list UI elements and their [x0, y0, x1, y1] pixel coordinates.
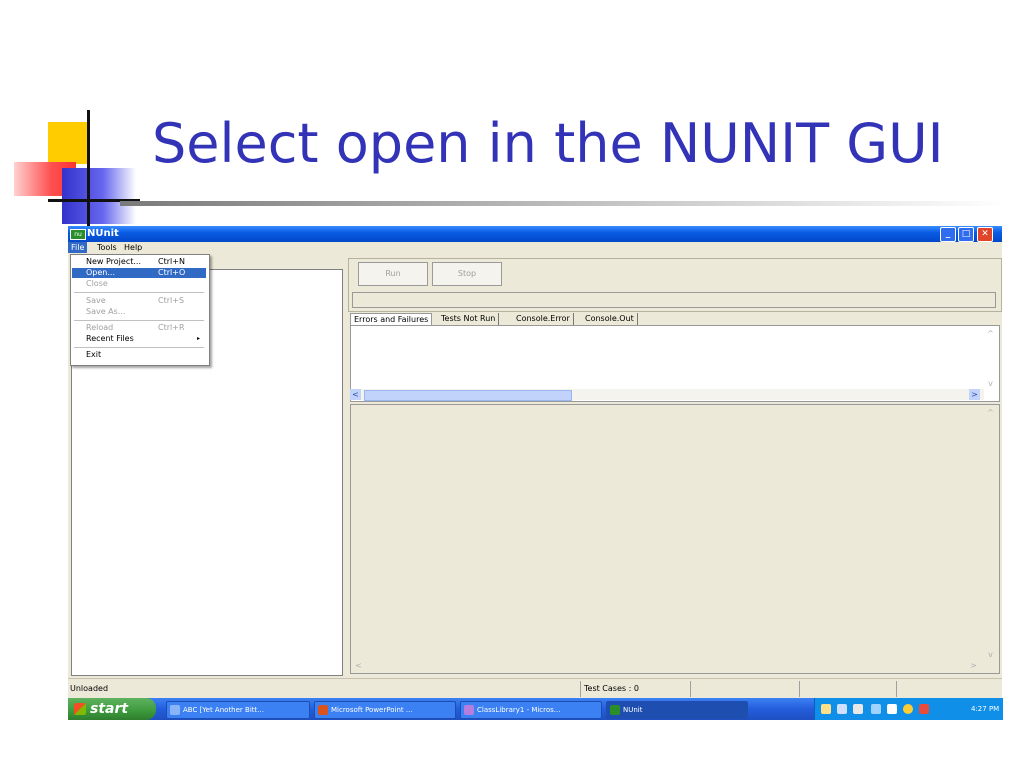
windows-taskbar: start ABC [Yet Another Bitt... Microsoft… [68, 698, 1003, 720]
file-menu-dropdown: New Project... Ctrl+N Open... Ctrl+O Clo… [70, 254, 210, 366]
menu-item-recent-files[interactable]: Recent Files ▸ [72, 334, 206, 344]
decor-vertical-line [87, 110, 90, 232]
scroll-thumb[interactable] [364, 390, 572, 401]
start-label: start [90, 701, 129, 717]
run-button[interactable]: Run [358, 262, 428, 286]
scroll-left-arrow[interactable]: < [350, 389, 361, 400]
network-icon[interactable] [871, 704, 881, 714]
tab-tests-not-run[interactable]: Tests Not Run [438, 313, 500, 325]
powerpoint-icon [318, 705, 328, 715]
title-rule [120, 201, 1010, 206]
taskbar-item-visual-studio[interactable]: ClassLibrary1 - Micros... [460, 701, 602, 719]
stop-button[interactable]: Stop [432, 262, 502, 286]
progress-bar [352, 292, 996, 308]
start-button[interactable]: start [68, 698, 156, 720]
menu-separator [74, 320, 204, 321]
test-cases-count: Test Cases : 0 [584, 684, 639, 693]
slide-title: Select open in the NUNIT GUI [152, 112, 944, 175]
security-icon[interactable] [887, 704, 897, 714]
menu-separator [74, 292, 204, 293]
menu-item-new-project[interactable]: New Project... Ctrl+N [72, 257, 206, 267]
scroll-up-arrow[interactable]: ^ [985, 407, 996, 418]
maximize-button[interactable]: □ [958, 227, 974, 242]
status-bar: Unloaded Test Cases : 0 [68, 678, 1002, 699]
menu-file[interactable]: File [68, 242, 88, 253]
decor-blue-square [62, 168, 136, 224]
nunit-app-icon: nu [70, 229, 86, 240]
scroll-down-arrow[interactable]: v [985, 378, 996, 389]
menu-tools[interactable]: Tools [94, 242, 120, 253]
scroll-right-arrow[interactable]: > [969, 389, 980, 400]
status-divider [580, 681, 581, 697]
scroll-up-arrow[interactable]: ^ [985, 328, 996, 339]
clock: 4:27 PM [971, 705, 1000, 713]
status-divider [896, 681, 897, 697]
submenu-arrow-icon: ▸ [197, 335, 201, 342]
menu-item-save-as[interactable]: Save As... [72, 307, 206, 317]
windows-logo-icon [74, 703, 86, 715]
taskbar-item-nunit[interactable]: NUnit [606, 701, 748, 719]
alert-icon[interactable] [919, 704, 929, 714]
scroll-down-arrow[interactable]: v [985, 649, 996, 660]
browser-icon [170, 705, 180, 715]
menu-item-reload[interactable]: Reload Ctrl+R [72, 323, 206, 333]
stack-trace-pane[interactable]: ^ v < > [350, 404, 1000, 674]
menu-item-exit[interactable]: Exit [72, 350, 206, 360]
status-text: Unloaded [70, 684, 109, 693]
taskbar-item-browser[interactable]: ABC [Yet Another Bitt... [166, 701, 310, 719]
window-title: NUnit [87, 228, 119, 239]
tab-console-out[interactable]: Console.Out [582, 313, 638, 325]
messenger-icon[interactable] [903, 704, 913, 714]
visual-studio-icon [464, 705, 474, 715]
keyboard-icon[interactable] [837, 704, 847, 714]
menu-item-save[interactable]: Save Ctrl+S [72, 296, 206, 306]
menu-item-open[interactable]: Open... Ctrl+O [72, 268, 206, 278]
title-bar: nu NUnit _ □ ✕ [68, 226, 1002, 242]
taskbar-item-powerpoint[interactable]: Microsoft PowerPoint ... [314, 701, 456, 719]
system-tray: 4:27 PM [814, 698, 1003, 720]
decor-yellow-square [48, 122, 90, 164]
scroll-left-arrow[interactable]: < [353, 660, 364, 671]
status-divider [799, 681, 800, 697]
scroll-right-arrow[interactable]: > [968, 660, 979, 671]
nunit-icon [610, 705, 620, 715]
horizontal-scrollbar[interactable]: < > [350, 389, 984, 401]
monitor-icon[interactable] [853, 704, 863, 714]
menu-item-close[interactable]: Close [72, 279, 206, 289]
menu-bar: File Tools Help [68, 242, 1002, 253]
close-button[interactable]: ✕ [977, 227, 993, 242]
tab-console-error[interactable]: Console.Error [513, 313, 574, 325]
status-divider [690, 681, 691, 697]
menu-separator [74, 347, 204, 348]
menu-help[interactable]: Help [121, 242, 145, 253]
pen-icon[interactable] [821, 704, 831, 714]
minimize-button[interactable]: _ [940, 227, 956, 242]
